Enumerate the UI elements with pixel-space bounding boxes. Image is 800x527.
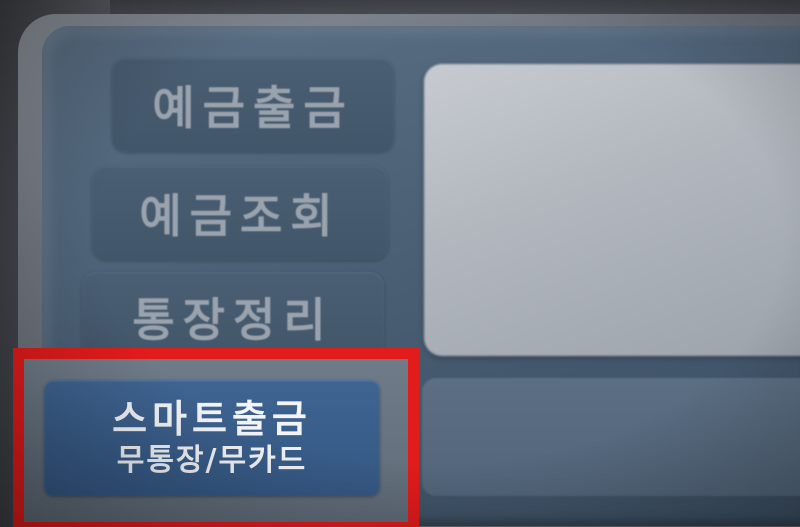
balance-inquiry-button[interactable]: 예금조회 — [92, 166, 388, 260]
smart-withdrawal-title: 스마트출금 — [112, 397, 312, 441]
smart-withdrawal-button[interactable]: 스마트출금 무통장/무카드 — [44, 380, 380, 496]
smart-withdrawal-subtitle: 무통장/무카드 — [116, 443, 308, 478]
withdraw-deposit-label: 예금출금 — [152, 81, 354, 135]
atm-scene: 예금출금 예금조회 통장정리 스마트출금 무통장/무카드 — [0, 0, 800, 527]
lower-display-panel — [422, 378, 800, 496]
display-panel — [424, 64, 800, 356]
balance-inquiry-label: 예금조회 — [139, 189, 341, 243]
passbook-update-label: 통장정리 — [132, 293, 334, 347]
withdraw-deposit-button[interactable]: 예금출금 — [112, 58, 394, 152]
